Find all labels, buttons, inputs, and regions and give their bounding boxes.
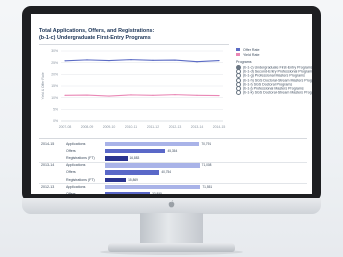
x-tick-label: 2014-15 (213, 125, 226, 129)
data-point (196, 61, 198, 63)
measure-label: Offers (66, 191, 76, 194)
y-axis-label: Yield & Offer Rate (41, 72, 45, 99)
data-point (130, 59, 132, 61)
measure-label: Offers (66, 170, 76, 175)
bar-value-label: 15,869 (128, 177, 138, 182)
x-tick-label: 2010-11 (125, 125, 137, 129)
y-tick-label: 5% (53, 108, 58, 112)
legend-swatch (236, 53, 240, 56)
data-point (174, 94, 176, 96)
monitor-stand-base (108, 243, 235, 252)
count-bar[interactable] (105, 170, 160, 175)
bar-value-label: 40,754 (161, 170, 172, 175)
chart-legend: Offer Rate Yield Rate Programs (b-1-c) Un… (236, 47, 312, 96)
legend-series-item[interactable]: Yield Rate (236, 52, 308, 57)
monitor-stand-neck (140, 213, 203, 245)
count-bar[interactable] (105, 191, 151, 194)
y-tick-label: 15% (51, 84, 58, 88)
monitor-screen: Total Applications, Offers, and Registra… (31, 14, 312, 194)
count-bar[interactable] (105, 163, 200, 168)
radio-icon[interactable] (236, 90, 241, 96)
x-tick-label: 2009-10 (103, 125, 116, 129)
y-tick-label: 10% (51, 96, 58, 100)
bar-row: Offers 45,354 (39, 148, 307, 155)
rate-line-chart-svg: 30% 25% 20% 15% 10% 5% 0% Yield & Offer Rate 200… (41, 49, 226, 129)
data-point (196, 94, 198, 96)
count-bar[interactable] (105, 184, 201, 189)
program-filter-option[interactable]: (b-1-k) SGS Doctoral-Stream Masters Prog… (236, 90, 312, 96)
counts-bar-table: 2014-15 Applications 70,791 Offers 45,354 Reg… (39, 138, 307, 194)
bar-value-label: 45,354 (167, 149, 178, 154)
measure-label: Registrations (FT) (66, 156, 95, 161)
legend-series-label: Offer Rate (243, 47, 260, 52)
report-subtitle: (b-1-c) Undergraduate First-Entry Progra… (39, 35, 151, 41)
legend-swatch (236, 48, 240, 51)
measure-label: Offers (66, 149, 76, 154)
year-label: 2013-14 (41, 163, 55, 168)
bar-value-label: 70,791 (201, 142, 212, 146)
bar-value-label: 16,883 (129, 156, 140, 161)
measure-label: Applications (66, 184, 86, 189)
data-point (108, 59, 110, 62)
bar-value-label: 33,855 (152, 191, 162, 194)
bar-row: 2013-14 Applications 71,008 (39, 162, 307, 169)
bar-row: 2014-15 Applications 70,791 (39, 141, 307, 148)
bar-value-label: 71,008 (201, 163, 212, 168)
bar-row: Offers 40,754 (39, 169, 307, 176)
data-point (108, 95, 110, 97)
measure-label: Registrations (FT) (66, 177, 95, 182)
apple-logo-icon (168, 200, 175, 208)
data-point (152, 94, 154, 96)
x-tick-label: 2012-13 (169, 125, 182, 129)
data-point (130, 94, 132, 96)
x-tick-label: 2008-09 (81, 125, 94, 129)
series-line (64, 94, 220, 97)
data-point (86, 94, 88, 96)
data-point (64, 94, 66, 96)
bar-row: Offers 33,855 (39, 191, 307, 194)
bar-value-label: 71,551 (202, 184, 213, 189)
data-point (218, 94, 220, 97)
x-tick-label: 2011-12 (147, 125, 159, 129)
count-bar[interactable] (105, 142, 200, 147)
count-bar[interactable] (105, 177, 127, 182)
bar-row: 2012-13 Applications 71,551 (39, 184, 307, 191)
series-line (64, 59, 220, 63)
data-point (174, 59, 176, 61)
y-tick-label: 25% (51, 61, 58, 65)
data-point (64, 60, 66, 62)
y-tick-label: 0% (53, 119, 58, 123)
count-bar[interactable] (105, 156, 128, 161)
measure-label: Applications (66, 142, 86, 146)
report-title: Total Applications, Offers, and Registra… (39, 28, 155, 34)
year-label: 2012-13 (41, 184, 55, 189)
data-point (86, 59, 88, 61)
y-tick-label: 30% (51, 49, 58, 53)
y-tick-label: 20% (51, 73, 58, 77)
x-tick-label: 2007-08 (59, 125, 72, 129)
program-label: (b-1-k) SGS Doctoral-Stream Masters Prog… (243, 90, 312, 95)
year-label: 2014-15 (41, 142, 55, 146)
legend-series-label: Yield Rate (243, 52, 260, 57)
data-point (218, 59, 220, 62)
measure-label: Applications (66, 163, 86, 168)
rate-line-chart: 30% 25% 20% 15% 10% 5% 0% Yield & Offer Rate 200… (39, 44, 229, 133)
count-bar[interactable] (105, 149, 166, 154)
program-filter-option[interactable]: (b-1-g) Professional Masters Programs (236, 73, 308, 79)
x-tick-label: 2013-14 (191, 125, 204, 129)
data-point (152, 59, 154, 61)
